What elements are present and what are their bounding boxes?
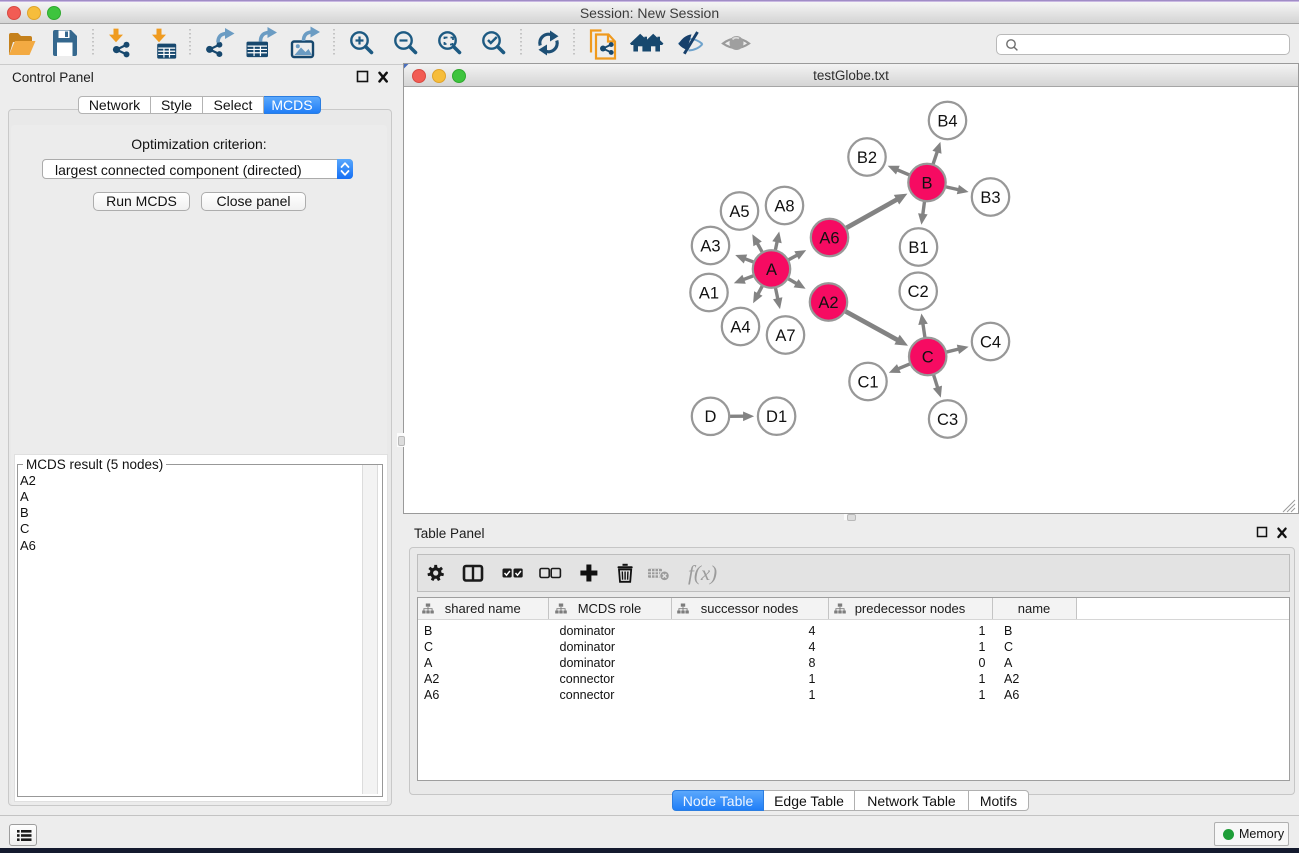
svg-text:C2: C2 (908, 283, 929, 301)
svg-text:D: D (705, 408, 717, 426)
svg-text:B: B (921, 174, 932, 192)
svg-text:A3: A3 (700, 237, 720, 255)
svg-text:C3: C3 (937, 411, 958, 429)
svg-text:C1: C1 (857, 373, 878, 391)
svg-text:D1: D1 (766, 408, 787, 426)
svg-text:A8: A8 (774, 197, 794, 215)
svg-text:A6: A6 (819, 229, 839, 247)
svg-text:B4: B4 (937, 112, 957, 130)
svg-text:f(x): f(x) (688, 561, 717, 585)
svg-text:A4: A4 (730, 318, 750, 336)
svg-text:B1: B1 (908, 239, 928, 257)
svg-text:C4: C4 (980, 333, 1001, 351)
svg-text:C: C (922, 348, 934, 366)
svg-text:A: A (766, 261, 777, 279)
svg-text:A7: A7 (775, 327, 795, 345)
svg-text:A2: A2 (818, 294, 838, 312)
svg-text:B2: B2 (857, 149, 877, 167)
svg-text:B3: B3 (980, 189, 1000, 207)
svg-text:A1: A1 (699, 284, 719, 302)
svg-text:A5: A5 (729, 203, 749, 221)
